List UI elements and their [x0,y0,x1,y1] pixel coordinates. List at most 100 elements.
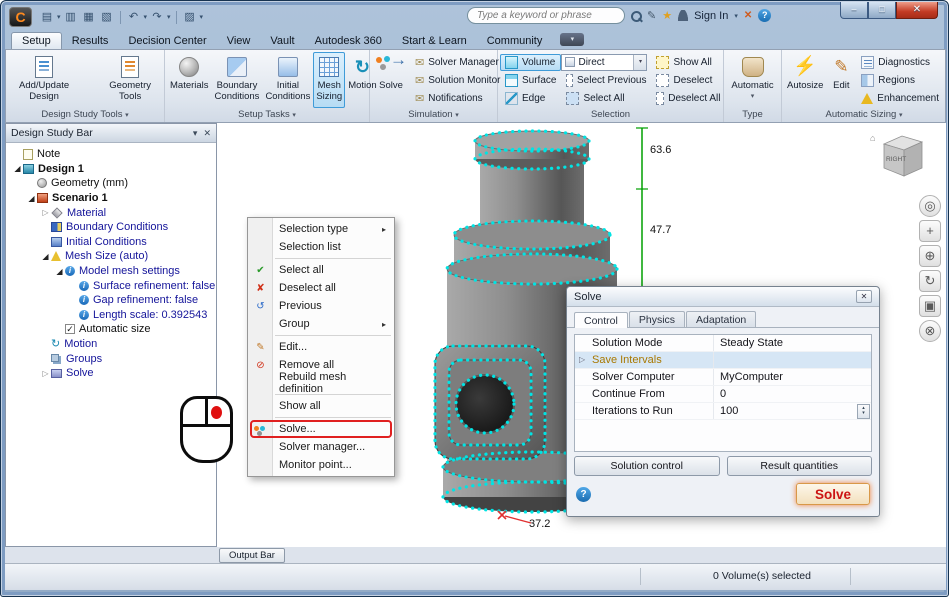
row-solver-computer[interactable]: Solver Computer MyComputer [575,369,871,386]
tab-view[interactable]: View [217,33,261,49]
deselect-button[interactable]: Deselect [651,72,725,89]
expand-icon[interactable]: ▷ [579,355,585,364]
materials-button[interactable]: Materials [167,52,212,108]
view-cube[interactable]: ⌂ RIGHT [868,129,930,183]
tab-setup[interactable]: Setup [11,32,62,49]
boundary-conditions-button[interactable]: Boundary Conditions [212,52,263,108]
redo-icon[interactable]: ↷ [149,9,165,25]
panel-pin-icon[interactable]: ▾ [193,128,198,139]
tree-item-mesh-size[interactable]: ◢ Mesh Size (auto) [6,249,216,264]
tab-results[interactable]: Results [62,33,119,49]
row-solution-mode[interactable]: Solution Mode Steady State [575,335,871,352]
toolbar-dropdown-icon[interactable]: ▾ [200,13,204,21]
tab-vault[interactable]: Vault [260,33,304,49]
search-icon[interactable] [631,10,642,22]
tree-item-gap-refinement[interactable]: i Gap refinement: false [6,293,216,308]
group-label-simulation[interactable]: Simulation ▾ [370,108,497,122]
iterations-spinner[interactable]: ▴ ▾ [857,403,870,419]
menu-item-solver-manager[interactable]: Solver manager... [248,438,394,456]
expand-icon[interactable]: ◢ [12,164,23,173]
sign-in-button[interactable]: Sign In [694,10,728,22]
menu-item-group[interactable]: Group ▸ [248,315,394,333]
menu-item-selection-type[interactable]: Selection type ▸ [248,220,394,238]
autosize-button[interactable]: ⚡ Autosize [784,52,826,108]
expand-icon[interactable]: ◢ [26,194,37,203]
tab-decision-center[interactable]: Decision Center [118,33,216,49]
menu-item-show-all[interactable]: Show all [248,397,394,415]
diagnostics-button[interactable]: Diagnostics [856,54,944,71]
tree-item-length-scale[interactable]: i Length scale: 0.392543 [6,308,216,323]
deselect-all-button[interactable]: Deselect All [651,90,725,107]
edit-keyword-icon[interactable]: ✎ [647,9,656,23]
exchange-apps-icon[interactable]: ✕ [744,10,752,21]
close-navbar-icon[interactable]: ⊗ [919,320,941,342]
dialog-close-icon[interactable]: ✕ [856,290,872,303]
tree-item-solve[interactable]: ▷ Solve [6,366,216,381]
menu-item-previous[interactable]: ↺ Previous [248,297,394,315]
minimize-button[interactable]: – [840,2,868,19]
enhancement-button[interactable]: Enhancement [856,90,944,107]
undo-icon[interactable]: ↶ [126,9,142,25]
tree-item-motion[interactable]: ↻ Motion [6,337,216,352]
solve-ribbon-button[interactable]: → Solve [372,51,410,108]
mesh-sizing-button[interactable]: Mesh Sizing [313,52,346,108]
tab-autodesk-360[interactable]: Autodesk 360 [305,33,392,49]
model-viewport[interactable]: 63.6 47.7 37.2 ⌂ RIGHT ◎ + ⊕ ↻ ▣ ⊗ Selec… [217,123,946,547]
undo-dropdown-icon[interactable]: ▾ [144,13,148,21]
save-all-icon[interactable]: ▧ [99,9,115,25]
group-label-selection[interactable]: Selection [498,108,723,122]
tree-item-initial-conditions[interactable]: Initial Conditions [6,235,216,250]
edit-sizing-button[interactable]: ✎ Edit [826,52,856,108]
group-label-setup-tasks[interactable]: Setup Tasks ▾ [165,108,369,122]
tree-item-surface-refinement[interactable]: i Surface refinement: false [6,278,216,293]
checkbox-checked-icon[interactable]: ✓ [65,324,75,335]
tree-item-groups[interactable]: Groups [6,351,216,366]
direct-dropdown-icon[interactable]: ▾ [633,54,647,70]
geometry-tools-button[interactable]: Geometry Tools [106,52,154,108]
automatic-type-button[interactable]: Automatic ▾ [728,52,776,108]
solve-dialog-titlebar[interactable]: Solve ✕ [567,287,879,307]
tab-start-learn[interactable]: Start & Learn [392,33,477,49]
menu-item-selection-list[interactable]: Selection list [248,238,394,256]
expand-icon[interactable]: ◢ [54,267,65,276]
tree-item-scenario-1[interactable]: ◢ Scenario 1 [6,191,216,206]
menu-item-deselect-all[interactable]: ✘ Deselect all [248,279,394,297]
tree-item-geometry[interactable]: Geometry (mm) [6,176,216,191]
steering-wheel-icon[interactable]: ◎ [919,195,941,217]
menu-item-rebuild-mesh-definition[interactable]: Rebuild mesh definition [248,371,394,395]
add-update-design-button[interactable]: Add/Update Design [16,52,72,108]
tree-item-design-1[interactable]: ◢ Design 1 [6,162,216,177]
show-all-button[interactable]: Show All [651,54,725,71]
zoom-icon[interactable]: ⊕ [919,245,941,267]
tab-community[interactable]: Community [477,33,553,49]
open-icon[interactable]: ▥ [63,9,79,25]
tree-item-material[interactable]: ▷ Material [6,205,216,220]
favorites-icon[interactable]: ★ [662,9,672,23]
group-label-automatic-sizing[interactable]: Automatic Sizing ▾ [782,108,946,122]
regions-button[interactable]: Regions [856,72,944,89]
sign-in-dropdown-icon[interactable]: ▾ [734,12,738,20]
row-iterations-to-run[interactable]: Iterations to Run 100 ▴ ▾ [575,403,871,420]
expand-icon[interactable]: ◢ [40,252,51,261]
row-save-intervals[interactable]: ▷ Save Intervals [575,352,871,369]
tab-control[interactable]: Control [574,312,628,328]
menu-item-solve[interactable]: Solve... [248,420,394,438]
app-logo-icon[interactable]: C [9,7,32,27]
solution-control-button[interactable]: Solution control [574,456,720,476]
menu-item-select-all[interactable]: ✔ Select all [248,261,394,279]
maximize-button[interactable]: □ [868,2,896,19]
surface-filter-button[interactable]: Surface [500,72,561,89]
camera-icon[interactable]: ▣ [919,295,941,317]
tree-item-boundary-conditions[interactable]: Boundary Conditions [6,220,216,235]
collapse-icon[interactable]: ▷ [40,208,51,217]
solution-monitor-button[interactable]: ✉ Solution Monitor [410,72,505,89]
tree-item-automatic-size[interactable]: ✓ Automatic size [6,322,216,337]
select-all-button[interactable]: Select All [561,90,651,107]
row-continue-from[interactable]: Continue From 0 [575,386,871,403]
solver-manager-button[interactable]: ✉ Solver Manager [410,54,505,71]
notifications-button[interactable]: ✉ Notifications [410,90,505,107]
collapse-icon[interactable]: ▷ [40,369,51,378]
edge-filter-button[interactable]: Edge [500,90,561,107]
solve-button[interactable]: Solve [796,483,870,505]
initial-conditions-button[interactable]: Initial Conditions [262,52,313,108]
